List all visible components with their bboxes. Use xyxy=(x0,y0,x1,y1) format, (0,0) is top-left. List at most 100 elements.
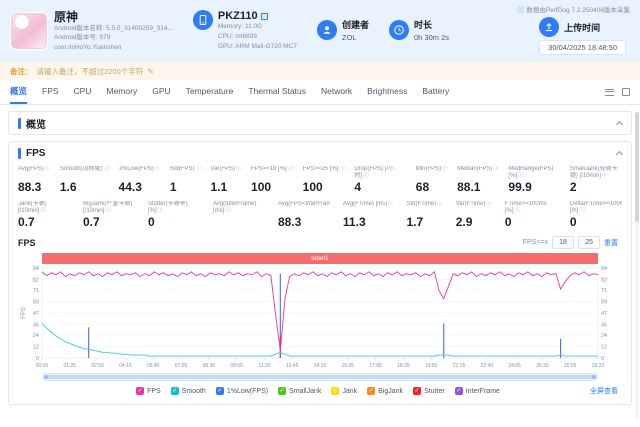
tab-bar: 概览 FPS CPU Memory GPU Temperature Thermal Stat… xyxy=(0,80,640,105)
tab-Brightness[interactable]: Brightness xyxy=(367,80,407,104)
chart-scrollbar-thumb[interactable] xyxy=(44,375,596,380)
duration-label: 时长 xyxy=(414,19,433,30)
metric-FPS>=18 [%]: FPS>=18 [%]ⓘ 100 xyxy=(251,166,294,194)
tab-Thermal Status[interactable]: Thermal Status xyxy=(248,80,306,104)
metric-BigJank(严重卡顿) [/10min]: BigJank(严重卡顿) [/10min]ⓘ 0.7 xyxy=(83,201,135,229)
legend-item-Smooth[interactable]: ✓ Smooth xyxy=(170,387,206,396)
metric-Drop(FPS) [/小时]: Drop(FPS) [/小时]ⓘ 4 xyxy=(354,166,406,194)
legend-label: Smooth xyxy=(181,387,206,395)
grid-view-icon[interactable] xyxy=(622,88,630,96)
legend-item-FPS[interactable]: ✓ FPS xyxy=(136,387,161,396)
legend-checkbox-icon[interactable]: ✓ xyxy=(331,387,340,396)
metric-info-icon[interactable]: ⓘ xyxy=(225,208,231,214)
metric-info-icon[interactable]: ⓘ xyxy=(486,201,492,207)
fullscreen-link[interactable]: 全屏查看 xyxy=(590,386,618,396)
metric-info-icon[interactable]: ⓘ xyxy=(104,166,110,172)
metric-FPS>=25 [%]: FPS>=25 [%]ⓘ 100 xyxy=(302,166,345,194)
chart-scrollbar[interactable] xyxy=(42,373,598,382)
metric-value: 99.9 xyxy=(508,180,532,194)
svg-text:28:20: 28:20 xyxy=(592,363,605,369)
reset-button[interactable]: 重置 xyxy=(604,238,618,248)
phone-icon xyxy=(192,10,213,31)
legend-checkbox-icon[interactable]: ✓ xyxy=(278,387,287,396)
svg-text:11:20: 11:20 xyxy=(258,363,270,369)
page-scrollbar[interactable] xyxy=(635,112,639,420)
metric-info-icon[interactable]: ⓘ xyxy=(515,208,521,214)
metric-info-icon[interactable]: ⓘ xyxy=(158,208,164,214)
tab-FPS[interactable]: FPS xyxy=(42,80,59,104)
svg-text:12: 12 xyxy=(601,345,607,351)
fps-section-title: FPS xyxy=(26,147,46,159)
legend-item-InterFrame[interactable]: ✓ InterFrame xyxy=(454,387,500,396)
tab-Temperature[interactable]: Temperature xyxy=(186,80,234,104)
metric-info-icon[interactable]: ⓘ xyxy=(40,208,46,214)
annotation-band[interactable]: label1 xyxy=(42,253,598,265)
metric-info-icon[interactable]: ⓘ xyxy=(236,166,242,172)
metric-Avg(InterFrame) [ms]: Avg(InterFrame) [ms]ⓘ xyxy=(212,201,257,215)
metric-value: 0 xyxy=(504,215,512,230)
legend-item-Stutter[interactable]: ✓ Stutter xyxy=(413,387,445,396)
page-scrollbar-thumb[interactable] xyxy=(635,112,639,222)
svg-text:19:50: 19:50 xyxy=(425,363,438,369)
legend-checkbox-icon[interactable]: ✓ xyxy=(170,387,179,396)
metric-info-icon[interactable]: ⓘ xyxy=(602,173,608,179)
remark-bar[interactable]: 备注： 请输入备注，不超过2200个字符 ✎ xyxy=(0,62,640,80)
metric-info-icon[interactable]: ⓘ xyxy=(437,201,443,207)
metric-info-icon[interactable]: ⓘ xyxy=(45,166,51,172)
svg-text:00:00: 00:00 xyxy=(36,363,49,369)
metric-value: 100 xyxy=(302,180,323,194)
metric-value: 68 xyxy=(415,180,430,194)
collapse-chevron-icon[interactable] xyxy=(615,150,624,159)
metric-info-icon[interactable]: ⓘ xyxy=(442,166,448,172)
svg-text:82: 82 xyxy=(601,278,607,284)
legend-label: InterFrame xyxy=(465,387,500,395)
metric-info-icon[interactable]: ⓘ xyxy=(105,208,111,214)
svg-text:04:15: 04:15 xyxy=(119,363,132,369)
metric-value: 88.3 xyxy=(277,215,302,230)
tab-Memory[interactable]: Memory xyxy=(107,80,138,104)
legend-item-SmallJank[interactable]: ✓ SmallJank xyxy=(278,387,321,396)
metric-SmallJank(轻微卡顿) [/10min]: SmallJank(轻微卡顿) [/10min]ⓘ 2 xyxy=(570,166,622,194)
metric-info-icon[interactable]: ⓘ xyxy=(579,208,585,214)
metric-Avg(FPS): Avg(FPS)ⓘ 88.3 xyxy=(18,166,51,194)
tab-概览[interactable]: 概览 xyxy=(10,80,28,104)
tab-Battery[interactable]: Battery xyxy=(422,80,449,104)
legend-item-1%Low(FPS)[interactable]: ✓ 1%Low(FPS) xyxy=(215,387,268,396)
fps-metrics-row-2: Jank(卡顿) [/10min]ⓘ 0.7 BigJank(严重卡顿) [/10m… xyxy=(18,201,622,229)
svg-text:94: 94 xyxy=(33,266,39,272)
metric-info-icon[interactable]: ⓘ xyxy=(388,201,394,207)
legend-item-Jank[interactable]: ✓ Jank xyxy=(331,387,357,396)
tab-CPU[interactable]: CPU xyxy=(74,80,92,104)
edit-icon[interactable]: ✎ xyxy=(147,67,154,76)
svg-text:07:05: 07:05 xyxy=(175,363,188,369)
package-name: com.miHoYo.Yuanshen xyxy=(54,43,122,51)
tab-Network[interactable]: Network xyxy=(321,80,352,104)
legend-checkbox-icon[interactable]: ✓ xyxy=(136,387,145,396)
legend-checkbox-icon[interactable]: ✓ xyxy=(413,387,422,396)
legend-checkbox-icon[interactable]: ✓ xyxy=(215,387,224,396)
fps-chart-svg[interactable]: 94 9482 8271 7159 5947 4735 3524 2412 120 000:00 0… xyxy=(18,264,618,372)
metric-value: 88.1 xyxy=(457,180,481,194)
metric-value: 1.6 xyxy=(59,180,77,194)
metric-info-icon[interactable]: ⓘ xyxy=(196,166,202,172)
threshold-input-1[interactable] xyxy=(552,236,574,250)
svg-text:35: 35 xyxy=(601,323,607,329)
metric-info-icon[interactable]: ⓘ xyxy=(339,166,345,172)
metric-info-icon[interactable]: ⓘ xyxy=(363,173,369,179)
metric-info-icon[interactable]: ⓘ xyxy=(493,166,499,172)
legend-checkbox-icon[interactable]: ✓ xyxy=(454,387,463,396)
overview-section: 概览 xyxy=(8,111,632,135)
creator-value: ZOL xyxy=(342,33,357,43)
list-view-icon[interactable] xyxy=(605,88,614,96)
metric-info-icon[interactable]: ⓘ xyxy=(288,166,294,172)
metric-info-icon[interactable]: ⓘ xyxy=(155,166,161,172)
legend-item-BigJank[interactable]: ✓ BigJank xyxy=(367,387,403,396)
tab-GPU[interactable]: GPU xyxy=(152,80,170,104)
upload-icon xyxy=(539,17,560,37)
threshold-input-2[interactable] xyxy=(578,236,600,250)
svg-text:26:55: 26:55 xyxy=(564,363,577,369)
svg-text:FPS: FPS xyxy=(21,308,27,320)
legend-checkbox-icon[interactable]: ✓ xyxy=(367,387,376,396)
collapse-chevron-icon[interactable] xyxy=(615,120,624,129)
metric-info-icon[interactable]: ⓘ xyxy=(518,173,524,179)
